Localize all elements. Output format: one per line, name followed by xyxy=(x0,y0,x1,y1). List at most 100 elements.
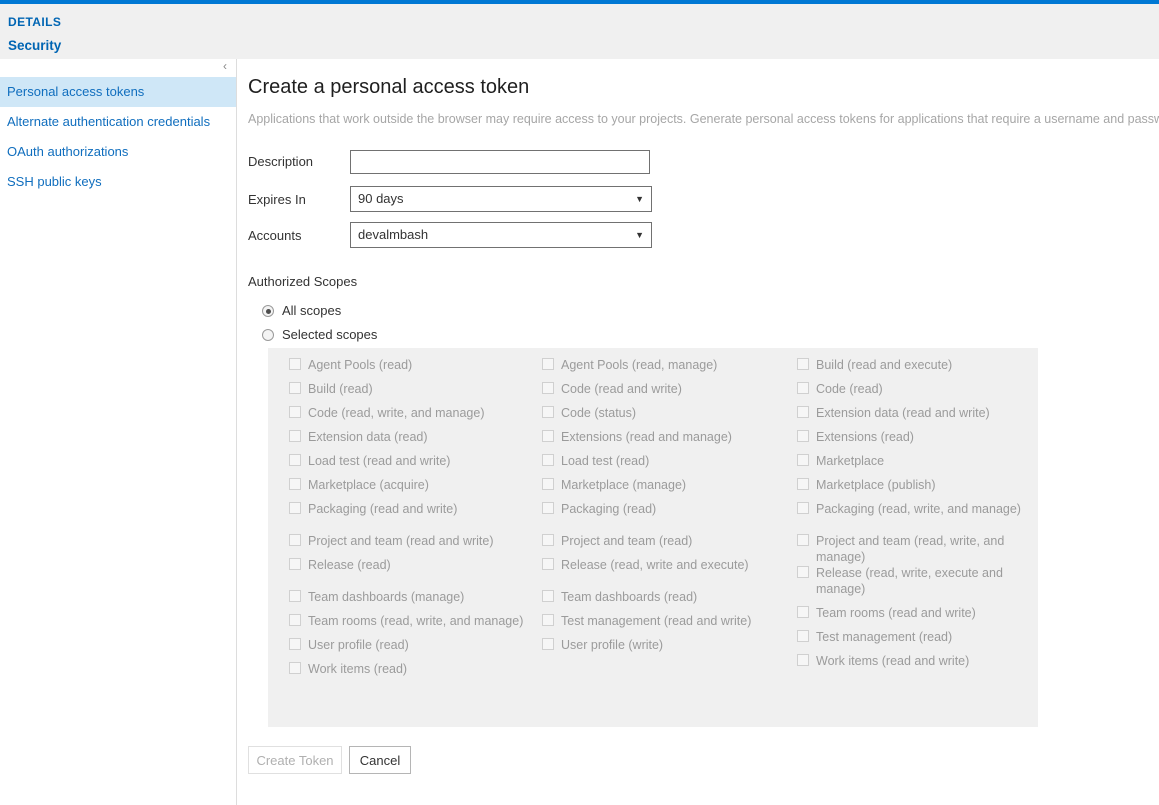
checkbox-unchecked-icon[interactable] xyxy=(289,638,301,650)
scope-checkbox-row[interactable]: Marketplace (publish) xyxy=(788,477,1038,501)
accounts-select[interactable]: devalmbash ▼ xyxy=(350,222,652,248)
checkbox-unchecked-icon[interactable] xyxy=(542,382,554,394)
checkbox-unchecked-icon[interactable] xyxy=(289,478,301,490)
checkbox-unchecked-icon[interactable] xyxy=(797,534,809,546)
scope-checkbox-row[interactable]: Project and team (read, write, and manag… xyxy=(788,533,1038,565)
checkbox-unchecked-icon[interactable] xyxy=(289,590,301,602)
checkbox-unchecked-icon[interactable] xyxy=(542,590,554,602)
scope-checkbox-row[interactable]: Packaging (read and write) xyxy=(280,501,530,525)
radio-selected-scopes-label: Selected scopes xyxy=(282,327,378,342)
checkbox-unchecked-icon[interactable] xyxy=(797,454,809,466)
checkbox-unchecked-icon[interactable] xyxy=(289,614,301,626)
chevron-left-icon[interactable]: ‹ xyxy=(223,59,227,73)
checkbox-unchecked-icon[interactable] xyxy=(542,534,554,546)
scope-checkbox-row[interactable]: Release (read) xyxy=(280,557,530,581)
accounts-value: devalmbash xyxy=(358,227,429,242)
checkbox-unchecked-icon[interactable] xyxy=(797,478,809,490)
checkbox-unchecked-icon[interactable] xyxy=(797,430,809,442)
scope-label: Project and team (read) xyxy=(561,534,693,548)
checkbox-unchecked-icon[interactable] xyxy=(797,358,809,370)
scope-checkbox-row[interactable]: Code (status) xyxy=(533,405,783,429)
scope-checkbox-row[interactable]: Extensions (read) xyxy=(788,429,1038,453)
checkbox-unchecked-icon[interactable] xyxy=(289,358,301,370)
checkbox-unchecked-icon[interactable] xyxy=(542,454,554,466)
checkbox-unchecked-icon[interactable] xyxy=(797,654,809,666)
scope-checkbox-row[interactable]: Release (read, write, execute and manage… xyxy=(788,565,1038,597)
checkbox-unchecked-icon[interactable] xyxy=(542,430,554,442)
scope-checkbox-row[interactable]: Packaging (read, write, and manage) xyxy=(788,501,1038,525)
checkbox-unchecked-icon[interactable] xyxy=(289,430,301,442)
scope-checkbox-row[interactable]: Agent Pools (read, manage) xyxy=(533,357,783,381)
scope-checkbox-row[interactable]: Agent Pools (read) xyxy=(280,357,530,381)
checkbox-unchecked-icon[interactable] xyxy=(797,566,809,578)
sidebar-item-label: Alternate authentication credentials xyxy=(7,114,211,129)
scope-checkbox-row[interactable]: Code (read) xyxy=(788,381,1038,405)
scope-checkbox-row[interactable]: Code (read and write) xyxy=(533,381,783,405)
checkbox-unchecked-icon[interactable] xyxy=(797,606,809,618)
scope-checkbox-row[interactable]: Extensions (read and manage) xyxy=(533,429,783,453)
scope-label: Build (read and execute) xyxy=(816,358,953,372)
checkbox-unchecked-icon[interactable] xyxy=(289,662,301,674)
scope-checkbox-row[interactable]: Team dashboards (manage) xyxy=(280,589,530,613)
sidebar-item-ssh-public-keys[interactable]: SSH public keys xyxy=(0,167,236,197)
scope-checkbox-row[interactable]: Project and team (read and write) xyxy=(280,533,530,557)
checkbox-unchecked-icon[interactable] xyxy=(289,502,301,514)
checkbox-unchecked-icon[interactable] xyxy=(289,558,301,570)
scope-checkbox-row[interactable]: Work items (read) xyxy=(280,661,530,685)
description-input[interactable] xyxy=(350,150,650,174)
checkbox-unchecked-icon[interactable] xyxy=(542,614,554,626)
scope-checkbox-row[interactable]: Work items (read and write) xyxy=(788,653,1038,677)
scope-checkbox-row[interactable]: Extension data (read and write) xyxy=(788,405,1038,429)
tab-security[interactable]: Security xyxy=(8,38,61,60)
accounts-label: Accounts xyxy=(248,228,302,243)
scope-checkbox-row[interactable]: Load test (read) xyxy=(533,453,783,477)
scope-checkbox-row[interactable]: Marketplace xyxy=(788,453,1038,477)
sidebar-item-alternate-authentication-credentials[interactable]: Alternate authentication credentials xyxy=(0,107,236,137)
checkbox-unchecked-icon[interactable] xyxy=(797,502,809,514)
cancel-button[interactable]: Cancel xyxy=(349,746,411,774)
scope-label: Load test (read) xyxy=(561,454,650,468)
page-description: Applications that work outside the brows… xyxy=(248,112,1159,126)
checkbox-unchecked-icon[interactable] xyxy=(542,558,554,570)
sidebar-item-personal-access-tokens[interactable]: Personal access tokens xyxy=(0,77,236,107)
scope-checkbox-row[interactable]: Team rooms (read and write) xyxy=(788,605,1038,629)
checkbox-unchecked-icon[interactable] xyxy=(542,638,554,650)
checkbox-unchecked-icon[interactable] xyxy=(797,406,809,418)
scope-checkbox-row[interactable]: Project and team (read) xyxy=(533,533,783,557)
scope-checkbox-row[interactable]: Test management (read) xyxy=(788,629,1038,653)
scope-label: User profile (write) xyxy=(561,638,664,652)
sidebar-item-oauth-authorizations[interactable]: OAuth authorizations xyxy=(0,137,236,167)
checkbox-unchecked-icon[interactable] xyxy=(542,358,554,370)
expires-in-select[interactable]: 90 days ▼ xyxy=(350,186,652,212)
checkbox-unchecked-icon[interactable] xyxy=(289,382,301,394)
checkbox-unchecked-icon[interactable] xyxy=(289,454,301,466)
checkbox-unchecked-icon[interactable] xyxy=(289,534,301,546)
scope-checkbox-row[interactable]: Team rooms (read, write, and manage) xyxy=(280,613,530,637)
scope-checkbox-row[interactable]: Marketplace (manage) xyxy=(533,477,783,501)
scope-checkbox-row[interactable]: Load test (read and write) xyxy=(280,453,530,477)
checkbox-unchecked-icon[interactable] xyxy=(542,406,554,418)
checkbox-unchecked-icon[interactable] xyxy=(289,406,301,418)
scope-checkbox-row[interactable]: User profile (read) xyxy=(280,637,530,661)
scope-label: Project and team (read and write) xyxy=(308,534,494,548)
scope-checkbox-row[interactable]: Build (read and execute) xyxy=(788,357,1038,381)
scope-label: Code (status) xyxy=(561,406,637,420)
scope-checkbox-row[interactable]: Build (read) xyxy=(280,381,530,405)
scope-label: Code (read, write, and manage) xyxy=(308,406,485,420)
create-token-button[interactable]: Create Token xyxy=(248,746,342,774)
scope-label: Marketplace (publish) xyxy=(816,478,936,492)
scope-checkbox-row[interactable]: User profile (write) xyxy=(533,637,783,661)
scope-checkbox-row[interactable]: Marketplace (acquire) xyxy=(280,477,530,501)
scope-checkbox-row[interactable]: Packaging (read) xyxy=(533,501,783,525)
checkbox-unchecked-icon[interactable] xyxy=(797,630,809,642)
checkbox-unchecked-icon[interactable] xyxy=(797,382,809,394)
scope-label: Code (read and write) xyxy=(561,382,682,396)
scope-checkbox-row[interactable]: Test management (read and write) xyxy=(533,613,783,637)
scope-label: Extensions (read) xyxy=(816,430,914,444)
scope-checkbox-row[interactable]: Release (read, write and execute) xyxy=(533,557,783,581)
scope-checkbox-row[interactable]: Extension data (read) xyxy=(280,429,530,453)
checkbox-unchecked-icon[interactable] xyxy=(542,478,554,490)
scope-checkbox-row[interactable]: Team dashboards (read) xyxy=(533,589,783,613)
scope-checkbox-row[interactable]: Code (read, write, and manage) xyxy=(280,405,530,429)
checkbox-unchecked-icon[interactable] xyxy=(542,502,554,514)
